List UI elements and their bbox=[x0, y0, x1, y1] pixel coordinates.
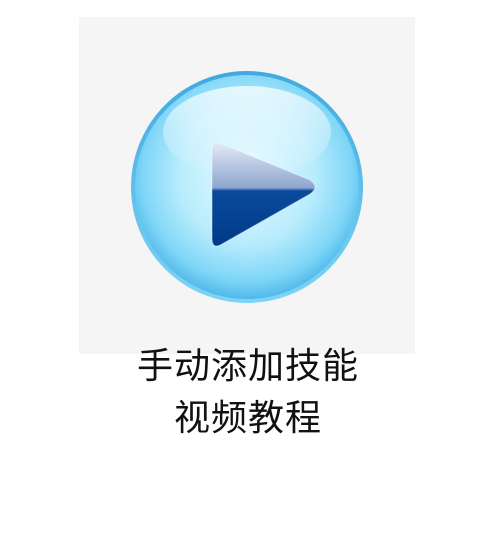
play-button[interactable] bbox=[130, 70, 364, 304]
video-thumbnail[interactable] bbox=[79, 17, 415, 354]
play-icon bbox=[131, 71, 363, 303]
video-title-line-2: 视频教程 bbox=[173, 398, 322, 439]
video-tutorial-tile[interactable]: 手动添加技能 视频教程 bbox=[0, 0, 496, 543]
video-title-line-1: 手动添加技能 bbox=[136, 346, 359, 387]
